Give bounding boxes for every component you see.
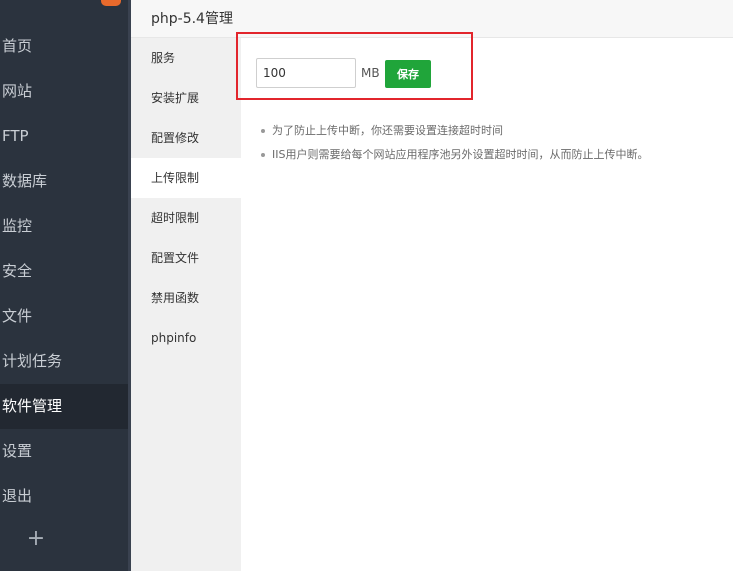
panel-title: php-5.4管理 <box>151 11 233 27</box>
sub-nav-service[interactable]: 服务 <box>131 38 241 78</box>
nav-item-ftp[interactable]: FTP <box>0 114 128 159</box>
nav-item-logout[interactable]: 退出 <box>0 474 128 519</box>
upload-limit-content: MB 保存 为了防止上传中断，你还需要设置连接超时时间 IIS用户则需要给每个网… <box>241 38 733 571</box>
sub-nav-upload-limit[interactable]: 上传限制 <box>131 158 241 198</box>
help-notes: 为了防止上传中断，你还需要设置连接超时时间 IIS用户则需要给每个网站应用程序池… <box>259 119 729 167</box>
nav-item-files[interactable]: 文件 <box>0 294 128 339</box>
panel-sub-nav: 服务 安装扩展 配置修改 上传限制 超时限制 配置文件 禁用函数 phpinfo <box>131 38 241 571</box>
highlight-box <box>236 32 473 100</box>
sub-nav-config-edit[interactable]: 配置修改 <box>131 118 241 158</box>
nav-item-software[interactable]: 软件管理 <box>0 384 128 429</box>
nav-item-home[interactable]: 首页 <box>0 24 128 69</box>
sub-nav-config-file[interactable]: 配置文件 <box>131 238 241 278</box>
help-note: 为了防止上传中断，你还需要设置连接超时时间 <box>259 119 729 143</box>
nav-item-sites[interactable]: 网站 <box>0 69 128 114</box>
sub-nav-timeout-limit[interactable]: 超时限制 <box>131 198 241 238</box>
sidebar-top-strip <box>0 0 128 10</box>
sub-nav-disabled-functions[interactable]: 禁用函数 <box>131 278 241 318</box>
add-icon[interactable]: + <box>26 524 46 554</box>
nav-item-database[interactable]: 数据库 <box>0 159 128 204</box>
help-note: IIS用户则需要给每个网站应用程序池另外设置超时时间，从而防止上传中断。 <box>259 143 729 167</box>
sub-nav-phpinfo[interactable]: phpinfo <box>131 318 241 358</box>
sub-nav-install-extension[interactable]: 安装扩展 <box>131 78 241 118</box>
nav-item-cron[interactable]: 计划任务 <box>0 339 128 384</box>
nav-item-monitor[interactable]: 监控 <box>0 204 128 249</box>
nav-item-security[interactable]: 安全 <box>0 249 128 294</box>
nav-item-settings[interactable]: 设置 <box>0 429 128 474</box>
notification-badge[interactable] <box>101 0 121 6</box>
app-sidebar: 首页 网站 FTP 数据库 监控 安全 文件 计划任务 软件管理 设置 退出 + <box>0 0 128 571</box>
